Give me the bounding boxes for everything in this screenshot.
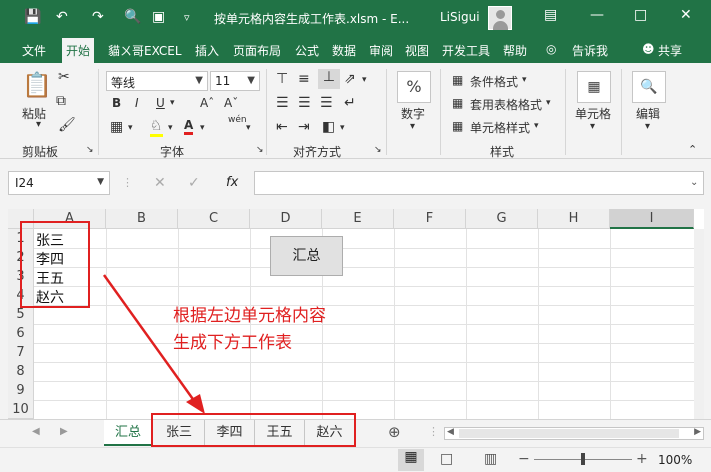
- splitter-icon[interactable]: ⋮: [428, 425, 439, 438]
- scroll-tabs-left-icon[interactable]: ◀: [32, 426, 40, 437]
- page-break-view-icon[interactable]: ▥: [484, 451, 497, 467]
- highlight-box-sheets: [151, 413, 356, 447]
- scroll-left-icon[interactable]: ◀: [447, 427, 454, 437]
- sheet-tab-summary[interactable]: 汇总: [104, 420, 152, 446]
- horizontal-scrollbar[interactable]: ◀ ▶: [444, 427, 704, 440]
- add-sheet-icon[interactable]: ⊕: [388, 423, 401, 441]
- zoom-in-icon[interactable]: +: [636, 451, 648, 467]
- scrollbar-thumb[interactable]: [459, 429, 679, 438]
- zoom-out-icon[interactable]: −: [518, 451, 530, 467]
- normal-view-icon[interactable]: ▦: [398, 449, 424, 471]
- scroll-tabs-right-icon[interactable]: ▶: [60, 426, 68, 437]
- zoom-level[interactable]: 100%: [658, 453, 692, 467]
- annotation-arrow: [102, 274, 205, 414]
- scroll-right-icon[interactable]: ▶: [694, 427, 701, 437]
- status-bar: ▦ □ ▥ − + 100%: [0, 447, 711, 472]
- page-layout-view-icon[interactable]: □: [440, 451, 453, 467]
- zoom-slider-thumb[interactable]: [581, 453, 585, 465]
